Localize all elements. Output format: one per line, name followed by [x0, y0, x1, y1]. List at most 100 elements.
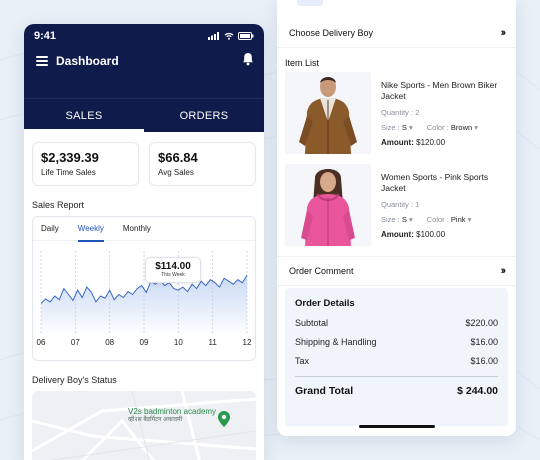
amount-value: $100.00 — [416, 230, 446, 239]
stats-row: $2,339.39 Life Time Sales $66.84 Avg Sal… — [24, 132, 264, 186]
list-item[interactable]: Nike Sports - Men Brown Biker Jacket Qua… — [277, 72, 516, 158]
order-details-card: Order Details Subtotal $220.00 Shipping … — [285, 288, 508, 426]
row-value: $16.00 — [470, 337, 498, 347]
caret-down-icon: ▾ — [467, 215, 472, 224]
caret-down-icon: ▾ — [474, 123, 479, 132]
grand-total-label: Grand Total — [295, 385, 354, 397]
tooltip-label: This Week — [161, 272, 185, 278]
tooltip-value: $114.00 — [155, 261, 191, 272]
app-bar: Dashboard — [24, 48, 264, 74]
row-value: $220.00 — [465, 318, 498, 328]
color-value: Brown — [450, 123, 473, 132]
size-label: Size : — [381, 215, 400, 224]
tab-daily[interactable]: Daily — [41, 217, 68, 241]
caret-down-icon: ▾ — [408, 215, 413, 224]
item-info: Women Sports - Pink Sports Jacket Quanti… — [381, 164, 508, 250]
row-value: $16.00 — [470, 356, 498, 366]
chart-tooltip: $114.00 This Week — [145, 257, 201, 283]
x-tick-label: 11 — [209, 338, 218, 347]
map-place-name-local: व्ही२स बैडमिंटन अकादमी — [128, 417, 183, 423]
row-label: Subtotal — [295, 318, 329, 328]
map-place-name: V2s badminton academy — [128, 407, 217, 416]
item-name: Nike Sports - Men Brown Biker Jacket — [381, 80, 498, 101]
brown-jacket-man-image — [285, 72, 371, 154]
signal-icon — [208, 32, 219, 40]
x-tick-label: 08 — [105, 338, 114, 347]
size-value: S — [401, 215, 407, 224]
x-tick-label: 10 — [174, 338, 183, 347]
double-chevron-right-icon: ›› — [500, 265, 507, 277]
amount-label: Amount: — [381, 230, 414, 239]
order-details-title: Order Details — [295, 298, 355, 309]
tab-monthly[interactable]: Monthly — [123, 217, 160, 241]
caret-down-icon: ▾ — [408, 123, 413, 132]
report-period-tabs: Daily Weekly Monthly — [33, 217, 255, 242]
wifi-icon — [224, 32, 234, 40]
color-selector[interactable]: Color : Brown ▾ — [427, 123, 478, 132]
amount-label: Amount: — [381, 138, 414, 147]
color-label: Color : — [426, 215, 449, 224]
stat-label: Life Time Sales — [41, 168, 96, 177]
status-bar: 9:41 — [24, 24, 264, 48]
row-label: Shipping & Handling — [295, 337, 377, 347]
stat-value: $2,339.39 — [41, 150, 99, 165]
item-name: Women Sports - Pink Sports Jacket — [381, 172, 489, 193]
item-quantity: Quantity : 2 — [381, 108, 420, 117]
order-comment-row[interactable]: Order Comment ›› — [277, 256, 516, 286]
pink-jacket-woman-image — [285, 164, 371, 246]
color-selector[interactable]: Color : Pink ▾ — [427, 215, 472, 224]
tab-weekly[interactable]: Weekly — [77, 217, 113, 242]
delivery-status-title: Delivery Boy's Status — [32, 375, 117, 385]
order-comment-label: Order Comment — [289, 266, 354, 276]
shipping-row: Shipping & Handling $16.00 — [295, 337, 498, 347]
hamburger-icon[interactable] — [36, 56, 48, 66]
map-place-label: V2s badminton academy व्ही२स बैडमिंटन अक… — [128, 407, 216, 425]
row-label: Tax — [295, 356, 310, 366]
item-list-title: Item List — [285, 58, 320, 68]
page-title: Dashboard — [56, 54, 119, 68]
stat-value: $66.84 — [158, 150, 198, 165]
top-stub — [277, 0, 516, 18]
list-item[interactable]: Women Sports - Pink Sports Jacket Quanti… — [277, 164, 516, 250]
stat-card-avg-sales: $66.84 Avg Sales — [149, 142, 256, 186]
x-tick-label: 07 — [71, 338, 80, 347]
grand-total-row: Grand Total $ 244.00 — [295, 385, 498, 397]
tab-orders[interactable]: ORDERS — [144, 99, 264, 132]
divider — [295, 376, 498, 377]
item-amount: Amount: $120.00 — [381, 138, 508, 147]
product-image-brown-jacket — [285, 72, 371, 154]
status-icons — [208, 32, 254, 40]
delivery-map[interactable]: V2s badminton academy व्ही२स बैडमिंटन अक… — [32, 391, 256, 460]
x-tick-label: 09 — [140, 338, 149, 347]
size-selector[interactable]: Size : S ▾ — [381, 123, 413, 132]
sales-report-title: Sales Report — [32, 200, 85, 210]
bell-icon[interactable] — [242, 52, 254, 66]
status-chip — [297, 0, 323, 6]
amount-value: $120.00 — [416, 138, 446, 147]
size-selector[interactable]: Size : S ▾ — [381, 215, 413, 224]
choose-delivery-boy-row[interactable]: Choose Delivery Boy ›› — [277, 18, 516, 48]
map-pin-icon[interactable] — [218, 411, 230, 427]
stat-label: Avg Sales — [158, 168, 194, 177]
double-chevron-right-icon: ›› — [500, 26, 507, 39]
choose-delivery-label: Choose Delivery Boy — [289, 27, 374, 38]
item-quantity: Quantity : 1 — [381, 200, 420, 209]
sales-chart: 06 07 08 09 10 11 12 — [37, 251, 252, 347]
size-label: Size : — [381, 123, 400, 132]
product-image-pink-jacket — [285, 164, 371, 246]
item-amount: Amount: $100.00 — [381, 230, 508, 239]
stat-card-lifetime-sales: $2,339.39 Life Time Sales — [32, 142, 139, 186]
main-tabs: SALES ORDERS — [24, 98, 264, 132]
status-time: 9:41 — [34, 30, 57, 42]
x-tick-label: 12 — [243, 338, 252, 347]
item-info: Nike Sports - Men Brown Biker Jacket Qua… — [381, 72, 508, 158]
item-attributes: Size : S ▾ Color : Brown ▾ — [381, 123, 508, 132]
item-attributes: Size : S ▾ Color : Pink ▾ — [381, 215, 508, 224]
tax-row: Tax $16.00 — [295, 356, 498, 366]
subtotal-row: Subtotal $220.00 — [295, 318, 498, 328]
dashboard-screen: 9:41 Dashboard SALES ORDERS $2,339.39 Li… — [24, 24, 264, 460]
sales-report-card: Daily Weekly Monthly 06 07 08 09 10 11 12 $114… — [32, 216, 256, 361]
size-value: S — [401, 123, 407, 132]
tab-sales[interactable]: SALES — [24, 99, 144, 132]
x-tick-label: 06 — [37, 338, 46, 347]
